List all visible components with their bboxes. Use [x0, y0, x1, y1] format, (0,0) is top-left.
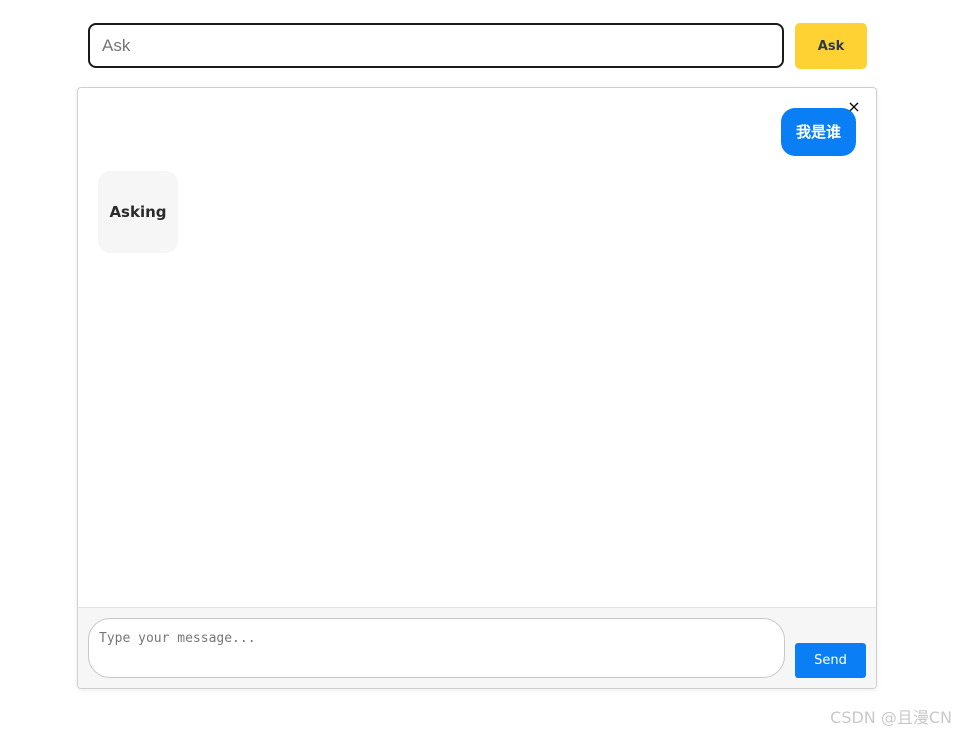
- ask-button[interactable]: Ask: [795, 23, 867, 69]
- chat-footer: Send: [78, 607, 876, 688]
- user-message-bubble: 我是谁: [780, 108, 856, 156]
- watermark-text: CSDN @且漫CN: [830, 708, 952, 727]
- ask-input[interactable]: [88, 23, 784, 68]
- message-list: 我是谁 Asking: [78, 88, 876, 607]
- assistant-message-bubble: Asking: [98, 171, 178, 253]
- send-button[interactable]: Send: [795, 643, 866, 678]
- close-icon[interactable]: ×: [846, 99, 862, 115]
- chat-window: × 我是谁 Asking Send: [77, 87, 877, 689]
- message-input[interactable]: [88, 618, 785, 678]
